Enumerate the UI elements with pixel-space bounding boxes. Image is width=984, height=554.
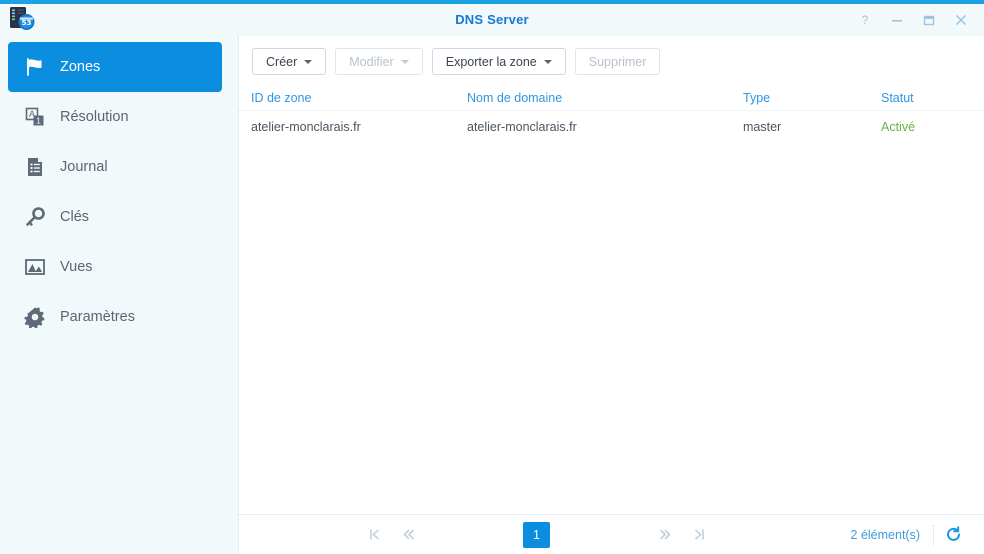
exporter-button-label: Exporter la zone	[445, 54, 537, 69]
exporter-la-zone-button[interactable]: Exporter la zone	[431, 48, 566, 75]
column-header-id[interactable]: ID de zone	[251, 91, 467, 105]
help-button[interactable]: ?	[850, 5, 880, 35]
svg-text:53: 53	[22, 19, 32, 27]
window-title: DNS Server	[455, 12, 529, 27]
title-bar: 53 DNS Server ?	[0, 4, 984, 36]
pagination-bar: 1 2 élément(s)	[239, 514, 984, 554]
modifier-button-label: Modifier	[349, 54, 394, 69]
sidebar-item-label: Zones	[60, 59, 101, 75]
footer-right: 2 élément(s)	[851, 522, 972, 548]
window-controls: ?	[850, 4, 976, 36]
cell-status: Activé	[881, 119, 916, 134]
sidebar-item-label: Vues	[60, 259, 93, 275]
dns-server-window: 53 DNS Server ? Zones A 1 Résolution Jou…	[0, 0, 984, 554]
cell-type: master	[743, 119, 782, 134]
cell-domain-name: atelier-monclarais.fr	[467, 119, 577, 134]
sidebar: Zones A 1 Résolution Journal Clés Vues P…	[0, 36, 239, 554]
sidebar-item-label: Paramètres	[60, 309, 135, 325]
first-page-icon[interactable]	[357, 522, 391, 548]
chevron-down-icon	[543, 59, 552, 64]
image-icon	[22, 254, 48, 280]
chevron-down-icon	[400, 59, 409, 64]
modifier-button[interactable]: Modifier	[335, 48, 423, 75]
dns-server-icon: 53	[7, 5, 37, 33]
item-count-label: 2 élément(s)	[851, 524, 934, 545]
close-button[interactable]	[946, 5, 976, 35]
main-content: Créer Modifier Exporter la zone Supprime…	[239, 36, 984, 554]
creer-button[interactable]: Créer	[252, 48, 327, 75]
creer-button-label: Créer	[266, 54, 298, 69]
cell-zone-id: atelier-monclarais.fr	[251, 119, 361, 134]
column-header-status[interactable]: Statut	[881, 91, 966, 105]
sidebar-item-cles[interactable]: Clés	[8, 192, 222, 242]
document-list-icon	[22, 154, 48, 180]
gear-icon	[22, 304, 48, 330]
pagination-controls: 1	[357, 521, 716, 548]
toolbar: Créer Modifier Exporter la zone Supprime…	[239, 36, 984, 85]
column-header-type[interactable]: Type	[743, 91, 881, 105]
sidebar-item-zones[interactable]: Zones	[8, 42, 222, 92]
column-header-domain[interactable]: Nom de domaine	[467, 91, 743, 105]
table-header-row: ID de zone Nom de domaine Type Statut	[239, 85, 984, 111]
supprimer-button-label: Supprimer	[588, 54, 647, 69]
supprimer-button[interactable]: Supprimer	[574, 48, 661, 75]
last-page-icon[interactable]	[682, 522, 716, 548]
sidebar-item-vues[interactable]: Vues	[8, 242, 222, 292]
next-page-icon[interactable]	[648, 522, 682, 548]
sidebar-item-label: Journal	[60, 159, 108, 175]
svg-text:1: 1	[36, 116, 41, 126]
zones-table: ID de zone Nom de domaine Type Statut at…	[239, 85, 984, 514]
sidebar-item-label: Clés	[60, 209, 90, 225]
resolution-icon: A 1	[22, 104, 48, 130]
maximize-button[interactable]	[914, 5, 944, 35]
table-row[interactable]: atelier-monclarais.fr atelier-monclarais…	[239, 111, 984, 142]
sidebar-item-resolution[interactable]: A 1 Résolution	[8, 92, 222, 142]
refresh-icon[interactable]	[934, 522, 972, 548]
page-number-1[interactable]: 1	[523, 521, 550, 548]
chevron-down-icon	[304, 59, 313, 64]
previous-page-icon[interactable]	[391, 522, 425, 548]
sidebar-item-parametres[interactable]: Paramètres	[8, 292, 222, 342]
key-icon	[22, 204, 48, 230]
svg-text:?: ?	[862, 13, 869, 27]
sidebar-item-journal[interactable]: Journal	[8, 142, 222, 192]
minimize-button[interactable]	[882, 5, 912, 35]
window-body: Zones A 1 Résolution Journal Clés Vues P…	[0, 36, 984, 554]
sidebar-item-label: Résolution	[60, 109, 129, 125]
flag-icon	[22, 54, 48, 80]
